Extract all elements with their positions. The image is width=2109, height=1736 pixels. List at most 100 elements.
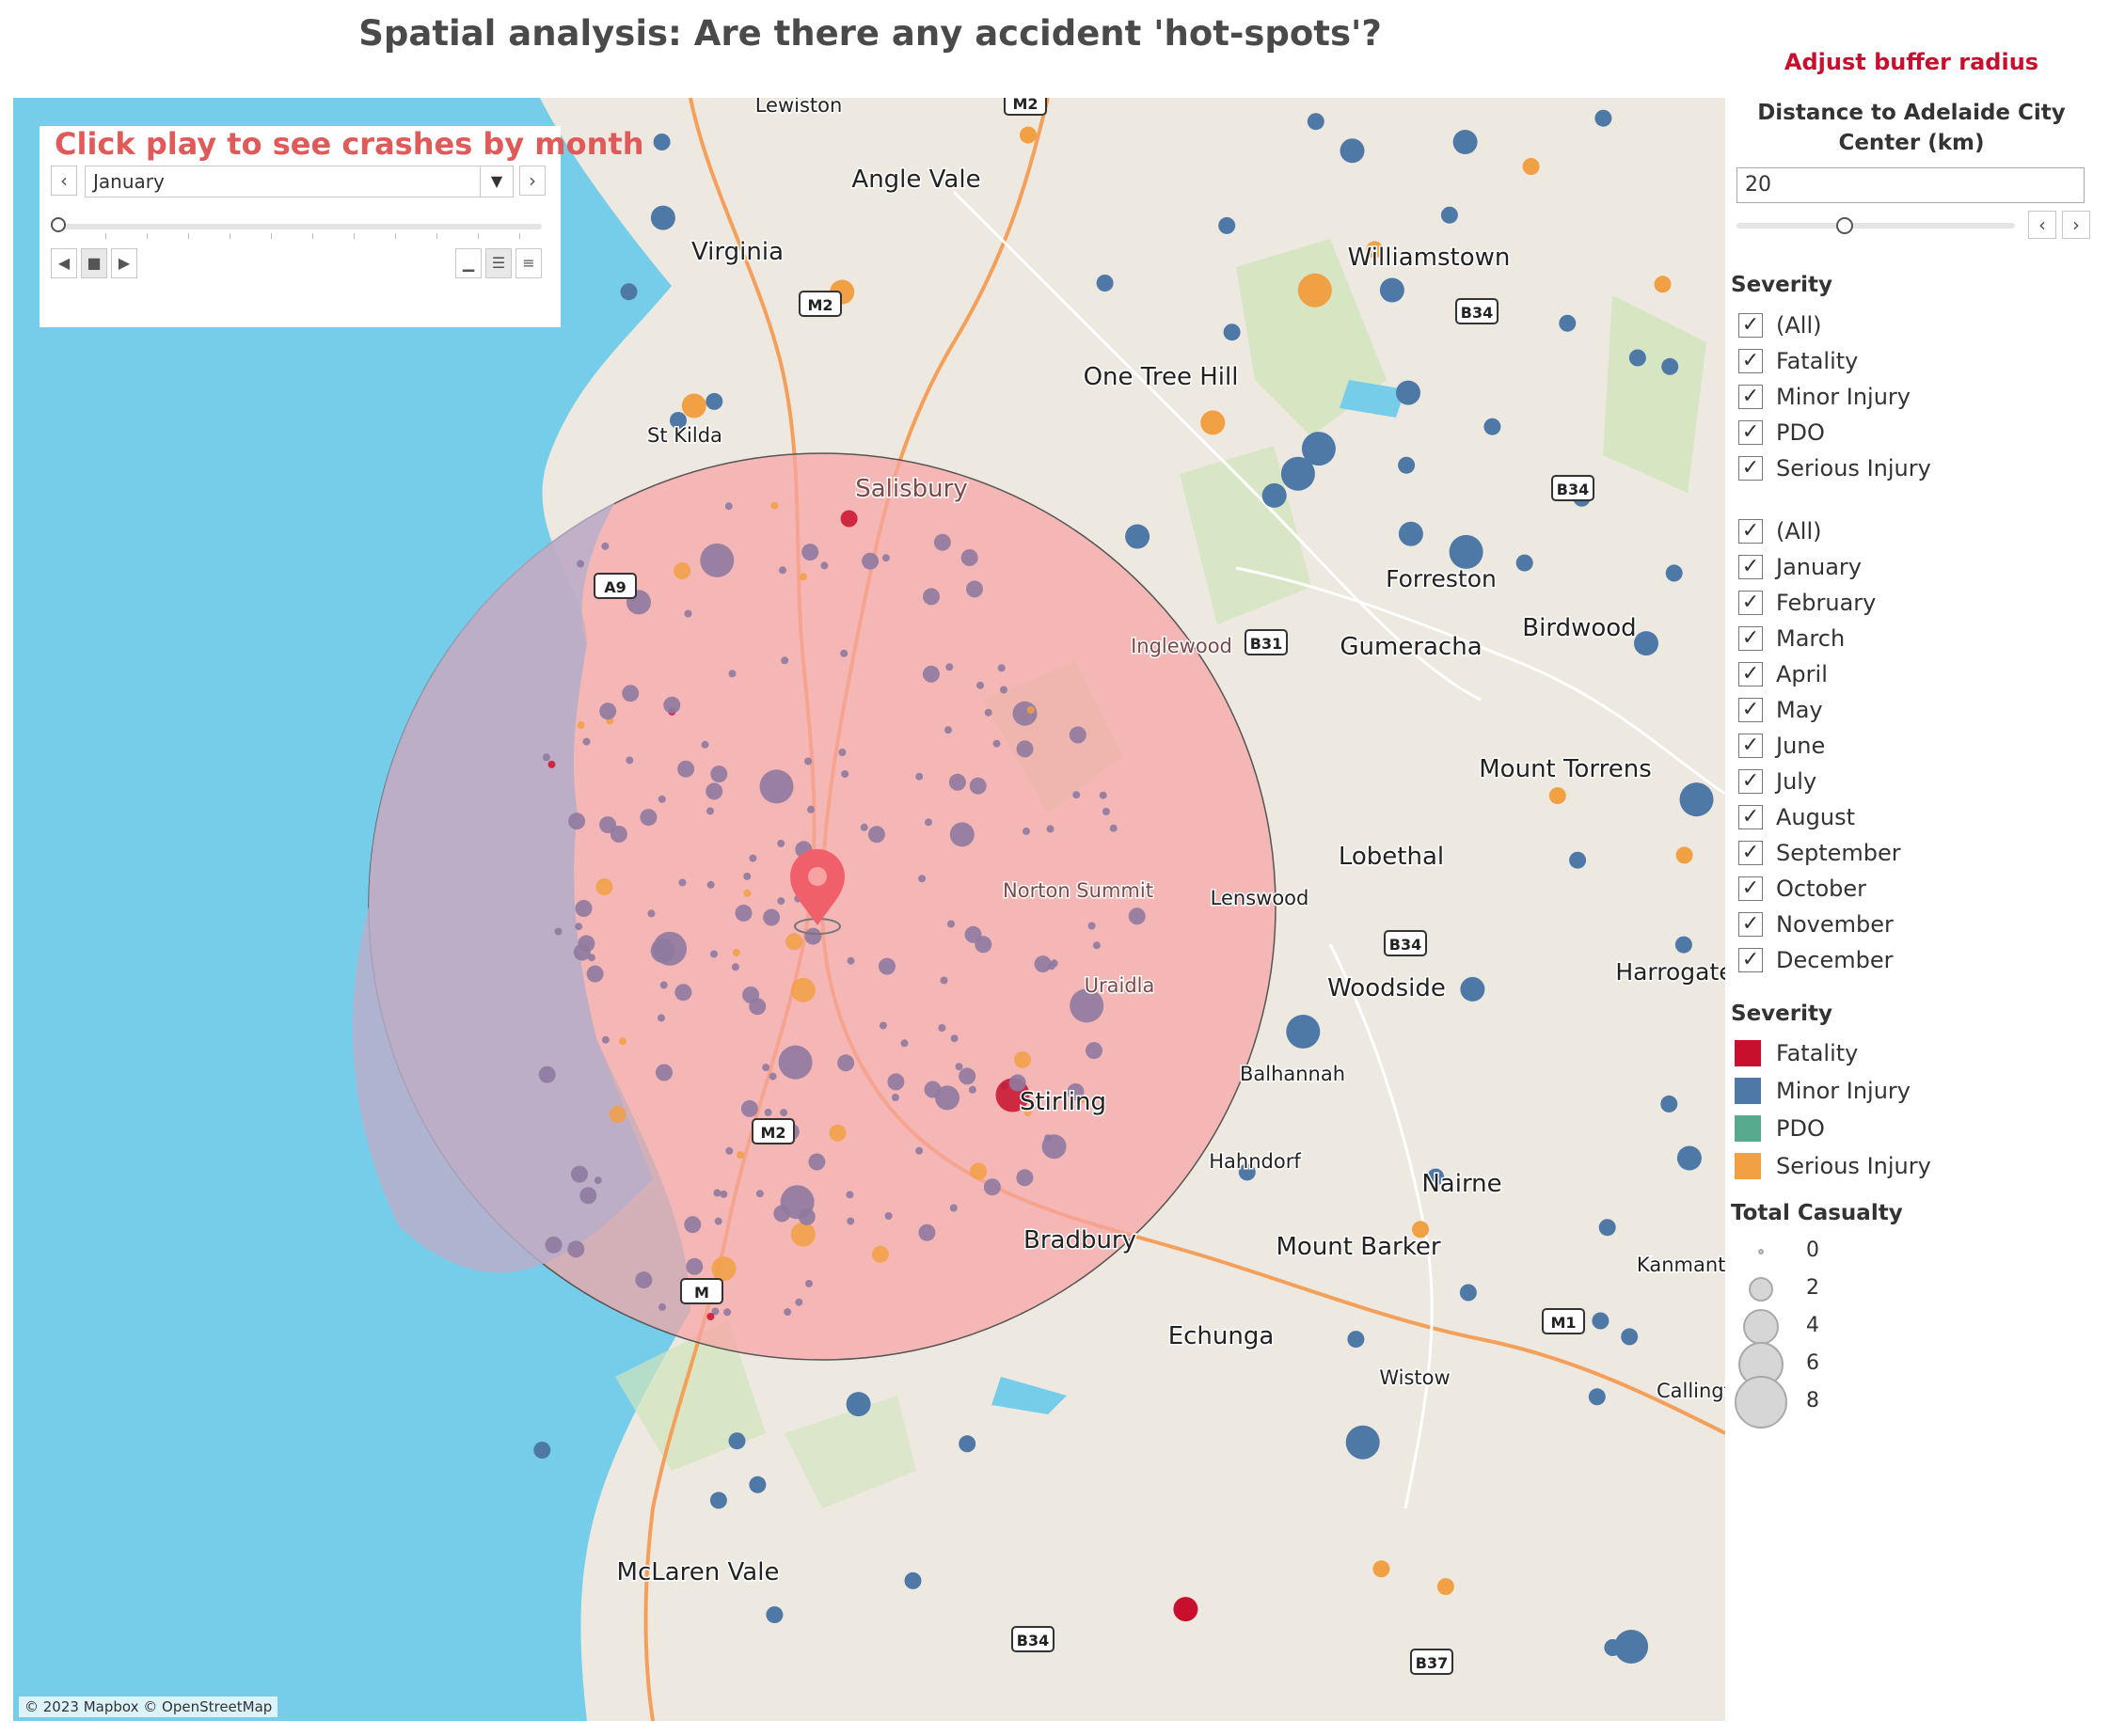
crash-point[interactable] bbox=[1069, 726, 1086, 744]
crash-point[interactable] bbox=[840, 649, 848, 657]
crash-point[interactable] bbox=[950, 1034, 959, 1043]
crash-point[interactable] bbox=[706, 880, 715, 889]
buffer-input[interactable]: 20 bbox=[1736, 167, 2085, 203]
crash-point[interactable] bbox=[900, 1039, 909, 1048]
crash-point[interactable] bbox=[1041, 1134, 1067, 1160]
month-filter-option[interactable]: ✓ November bbox=[1738, 909, 1894, 939]
crash-point[interactable] bbox=[1436, 1578, 1454, 1596]
checkbox-checked-icon[interactable]: ✓ bbox=[1738, 734, 1763, 758]
crash-point[interactable] bbox=[924, 1081, 942, 1098]
crash-point[interactable] bbox=[1347, 1331, 1365, 1349]
crash-point[interactable] bbox=[1046, 825, 1054, 833]
crash-point[interactable] bbox=[969, 777, 987, 795]
crash-point[interactable] bbox=[1679, 782, 1714, 817]
crash-point[interactable] bbox=[1261, 482, 1287, 508]
crash-point[interactable] bbox=[1654, 276, 1672, 293]
crash-point[interactable] bbox=[1440, 206, 1458, 224]
crash-point[interactable] bbox=[1372, 1560, 1390, 1578]
crash-point[interactable] bbox=[1569, 851, 1587, 869]
crash-point[interactable] bbox=[933, 533, 951, 551]
crash-point[interactable] bbox=[568, 813, 586, 830]
crash-point[interactable] bbox=[533, 1442, 551, 1459]
crash-point[interactable] bbox=[1086, 1042, 1102, 1060]
crash-point[interactable] bbox=[904, 1571, 922, 1589]
crash-point[interactable] bbox=[626, 756, 634, 765]
crash-point[interactable] bbox=[1020, 126, 1037, 144]
crash-point[interactable] bbox=[807, 805, 815, 813]
crash-point[interactable] bbox=[586, 965, 604, 983]
crash-point[interactable] bbox=[879, 1021, 887, 1030]
crash-point[interactable] bbox=[805, 1279, 813, 1287]
crash-point[interactable] bbox=[1661, 357, 1679, 375]
crash-point[interactable] bbox=[709, 1491, 727, 1509]
crash-point[interactable] bbox=[1449, 534, 1483, 569]
crash-point[interactable] bbox=[749, 1476, 767, 1493]
legend-item[interactable]: PDO bbox=[1735, 1112, 1825, 1145]
month-filter-option[interactable]: ✓ (All) bbox=[1738, 516, 1821, 546]
crash-point[interactable] bbox=[1588, 1388, 1606, 1406]
crash-point[interactable] bbox=[635, 1271, 653, 1289]
legend-item[interactable]: Serious Injury bbox=[1735, 1149, 1931, 1183]
crash-point[interactable] bbox=[575, 923, 583, 931]
crash-point[interactable] bbox=[781, 656, 789, 665]
crash-point[interactable] bbox=[663, 696, 681, 714]
crash-point[interactable] bbox=[1676, 1145, 1702, 1171]
crash-point[interactable] bbox=[938, 1024, 946, 1032]
crash-point[interactable] bbox=[840, 510, 858, 528]
month-filter-option[interactable]: ✓ June bbox=[1738, 731, 1825, 761]
crash-point[interactable] bbox=[777, 839, 785, 847]
crash-point[interactable] bbox=[918, 1223, 936, 1241]
crash-point[interactable] bbox=[1218, 216, 1236, 234]
crash-point[interactable] bbox=[711, 1256, 737, 1282]
crash-point[interactable] bbox=[1674, 936, 1692, 954]
map-attribution[interactable]: © 2023 Mapbox © OpenStreetMap bbox=[19, 1697, 278, 1717]
crash-point[interactable] bbox=[1598, 1219, 1616, 1237]
crash-point[interactable] bbox=[1614, 1630, 1649, 1664]
crash-point[interactable] bbox=[1483, 418, 1501, 435]
crash-point[interactable] bbox=[960, 549, 978, 566]
crash-point[interactable] bbox=[577, 721, 585, 730]
crash-point[interactable] bbox=[778, 1045, 813, 1080]
crash-point[interactable] bbox=[710, 950, 718, 958]
crash-point[interactable] bbox=[966, 580, 983, 598]
crash-point[interactable] bbox=[1223, 324, 1241, 341]
crash-point[interactable] bbox=[575, 900, 593, 917]
crash-point[interactable] bbox=[1559, 314, 1577, 332]
crash-point[interactable] bbox=[684, 609, 692, 618]
checkbox-checked-icon[interactable]: ✓ bbox=[1738, 876, 1763, 901]
crash-point[interactable] bbox=[610, 826, 627, 843]
crash-point[interactable] bbox=[1594, 109, 1612, 127]
crash-point[interactable] bbox=[1452, 130, 1478, 154]
speed-medium-button[interactable]: ☰ bbox=[485, 248, 512, 278]
crash-point[interactable] bbox=[945, 663, 954, 671]
crash-point[interactable] bbox=[650, 205, 675, 230]
legend-item[interactable]: Minor Injury bbox=[1735, 1074, 1911, 1108]
crash-point[interactable] bbox=[790, 1222, 816, 1247]
crash-point[interactable] bbox=[804, 927, 822, 945]
checkbox-checked-icon[interactable]: ✓ bbox=[1738, 769, 1763, 794]
crash-point[interactable] bbox=[944, 726, 952, 734]
crash-point[interactable] bbox=[992, 739, 1001, 748]
crash-point[interactable] bbox=[763, 908, 781, 926]
severity-filter-option[interactable]: ✓ PDO bbox=[1738, 418, 1825, 448]
crash-point[interactable] bbox=[678, 878, 687, 887]
month-filter-option[interactable]: ✓ January bbox=[1738, 552, 1862, 582]
crash-point[interactable] bbox=[547, 760, 556, 768]
crash-point[interactable] bbox=[862, 552, 880, 570]
crash-point[interactable] bbox=[720, 1190, 728, 1198]
crash-point[interactable] bbox=[735, 904, 753, 922]
crash-point[interactable] bbox=[1286, 1015, 1321, 1049]
crash-point[interactable] bbox=[959, 1067, 976, 1085]
crash-point[interactable] bbox=[571, 1165, 588, 1183]
crash-point[interactable] bbox=[1345, 1425, 1380, 1460]
crash-point[interactable] bbox=[1675, 846, 1693, 864]
crash-point[interactable] bbox=[1200, 410, 1226, 435]
crash-point[interactable] bbox=[976, 681, 984, 689]
crash-point[interactable] bbox=[567, 1240, 585, 1258]
month-filter-option[interactable]: ✓ September bbox=[1738, 838, 1901, 868]
crash-point[interactable] bbox=[731, 963, 739, 971]
checkbox-checked-icon[interactable]: ✓ bbox=[1738, 948, 1763, 972]
month-filter-option[interactable]: ✓ May bbox=[1738, 695, 1823, 725]
crash-point[interactable] bbox=[1087, 922, 1096, 930]
crash-point[interactable] bbox=[891, 1094, 899, 1101]
